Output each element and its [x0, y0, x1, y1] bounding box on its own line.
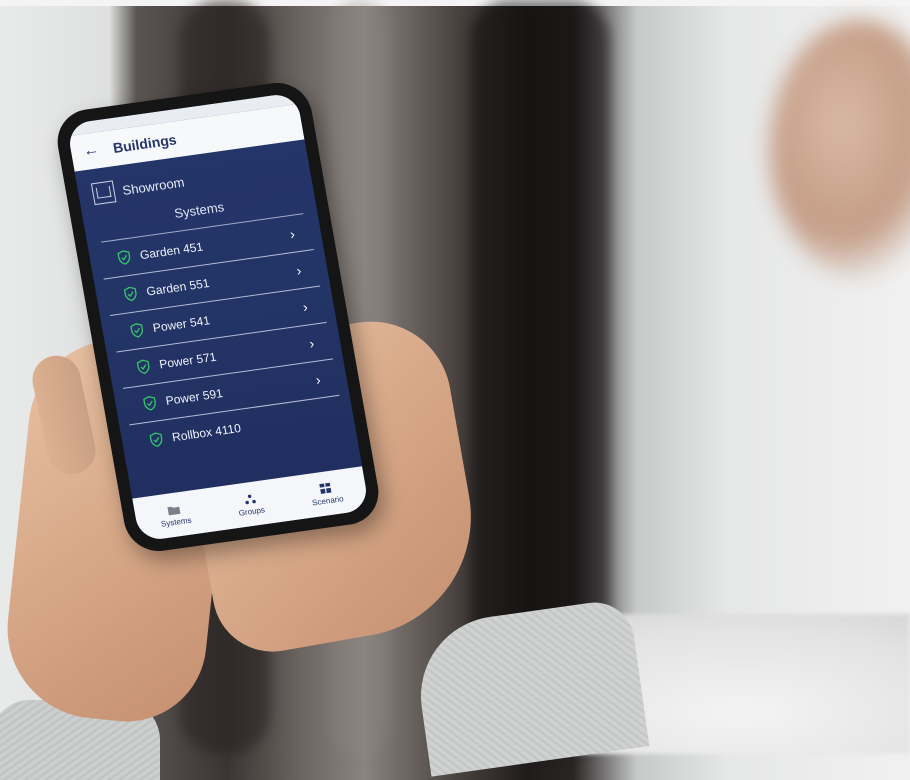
system-name: Garden 451 [138, 239, 205, 263]
shield-check-icon [130, 323, 144, 338]
folder-icon [167, 506, 181, 515]
nav-label: Systems [160, 515, 193, 529]
shield-check-icon [117, 250, 131, 265]
building-icon [90, 180, 117, 206]
shield-check-icon [136, 359, 150, 375]
page-title: Buildings [111, 131, 178, 156]
chevron-right-icon: › [288, 225, 297, 243]
building-name: Showroom [121, 174, 186, 198]
sleeve-right [410, 597, 650, 777]
nav-label: Groups [237, 504, 266, 518]
system-name: Power 541 [151, 313, 212, 336]
person-head [770, 20, 910, 280]
back-arrow-icon[interactable]: ← [82, 141, 101, 161]
chevron-right-icon: › [314, 371, 322, 388]
nav-scenario[interactable]: Scenario [309, 480, 344, 507]
chevron-right-icon: › [307, 334, 316, 352]
nav-label: Scenario [311, 493, 345, 508]
top-strip [0, 0, 910, 6]
shield-check-icon [143, 395, 156, 411]
chevron-right-icon: › [295, 262, 303, 279]
system-name: Power 571 [158, 349, 218, 372]
shield-check-icon [149, 432, 163, 447]
nav-groups[interactable]: Groups [236, 491, 266, 517]
scenario-icon [319, 482, 332, 494]
system-name: Garden 551 [145, 276, 211, 299]
shield-check-icon [123, 286, 137, 302]
system-name: Power 591 [164, 386, 224, 408]
nav-systems[interactable]: Systems [158, 501, 192, 528]
system-name: Rollbox 4110 [171, 420, 242, 445]
groups-icon [244, 494, 256, 504]
chevron-right-icon: › [301, 298, 309, 315]
